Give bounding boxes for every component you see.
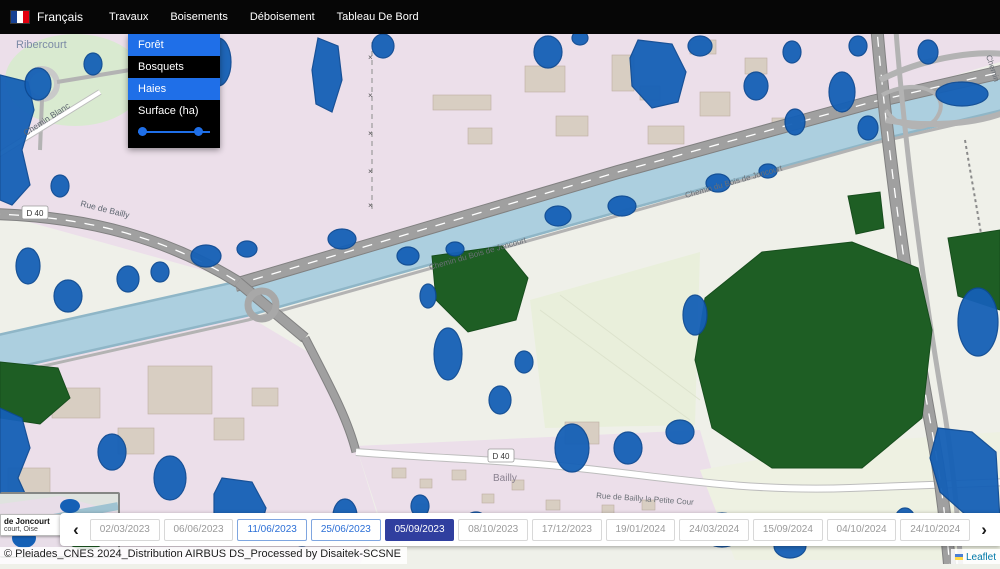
nav-item-deboisement[interactable]: Déboisement [250,11,315,23]
slider-handle-max[interactable] [194,127,204,136]
leaflet-link[interactable]: Leaflet [966,552,996,563]
svg-text:×: × [368,91,373,100]
dropdown-item-bosquets[interactable]: Bosquets [128,56,220,78]
map-label-town: Ribercourt [16,39,67,51]
map-label-village: Bailly [493,473,517,484]
timeline-next-button[interactable]: › [974,518,994,542]
date-button-05-09-2023[interactable]: 05/09/2023 [384,518,455,541]
dropdown-item-foret[interactable]: Forêt [128,34,220,56]
date-button-24-03-2024[interactable]: 24/03/2024 [679,518,750,541]
nav-item-travaux[interactable]: Travaux [109,11,148,23]
surface-range-slider[interactable] [138,124,210,140]
timeline-prev-button[interactable]: ‹ [66,518,86,542]
leaflet-flag-icon [954,554,963,560]
language-label[interactable]: Français [37,10,83,24]
date-button-02-03-2023[interactable]: 02/03/2023 [90,518,160,541]
svg-text:×: × [368,53,373,62]
imagery-attribution: © Pleiades_CNES 2024_Distribution AIRBUS… [0,547,407,564]
date-button-15-09-2024[interactable]: 15/09/2024 [753,518,823,541]
road-shield-d40-left: D 40 [21,205,49,220]
nav-item-boisements[interactable]: Boisements [170,11,227,23]
svg-text:×: × [368,167,373,176]
date-button-24-10-2024[interactable]: 24/10/2024 [900,518,971,541]
boisements-dropdown: Forêt Bosquets Haies Surface (ha) [128,34,220,148]
dropdown-item-haies[interactable]: Haies [128,78,220,100]
slider-handle-min[interactable] [138,127,147,136]
svg-text:D 40: D 40 [493,452,510,461]
date-button-11-06-2023[interactable]: 11/06/2023 [237,518,308,541]
date-button-06-06-2023[interactable]: 06/06/2023 [163,518,234,541]
date-button-25-06-2023[interactable]: 25/06/2023 [311,518,381,541]
date-button-04-10-2024[interactable]: 04/10/2024 [826,518,897,541]
nav-item-tableau-de-bord[interactable]: Tableau De Bord [337,11,419,23]
svg-text:×: × [368,129,373,138]
top-navbar: Français Travaux Boisements Déboisement … [0,0,1000,34]
svg-text:×: × [368,201,373,210]
date-button-17-12-2023[interactable]: 17/12/2023 [532,518,602,541]
date-timeline-bar: ‹ 02/03/2023 06/06/2023 11/06/2023 25/06… [60,513,1000,546]
minimap-tooltip-subtitle: court, Oise [4,526,38,533]
svg-text:D 40: D 40 [27,209,44,218]
leaflet-attribution: Leaflet [950,549,1000,564]
nav-menu: Travaux Boisements Déboisement Tableau D… [109,11,419,23]
date-button-08-10-2023[interactable]: 08/10/2023 [458,518,529,541]
date-button-19-01-2024[interactable]: 19/01/2024 [605,518,676,541]
dropdown-item-surface: Surface (ha) [138,105,199,117]
road-shield-d40-village: D 40 [487,448,515,463]
minimap-tooltip-title: de Joncourt [4,517,50,526]
french-flag-icon [10,10,30,24]
